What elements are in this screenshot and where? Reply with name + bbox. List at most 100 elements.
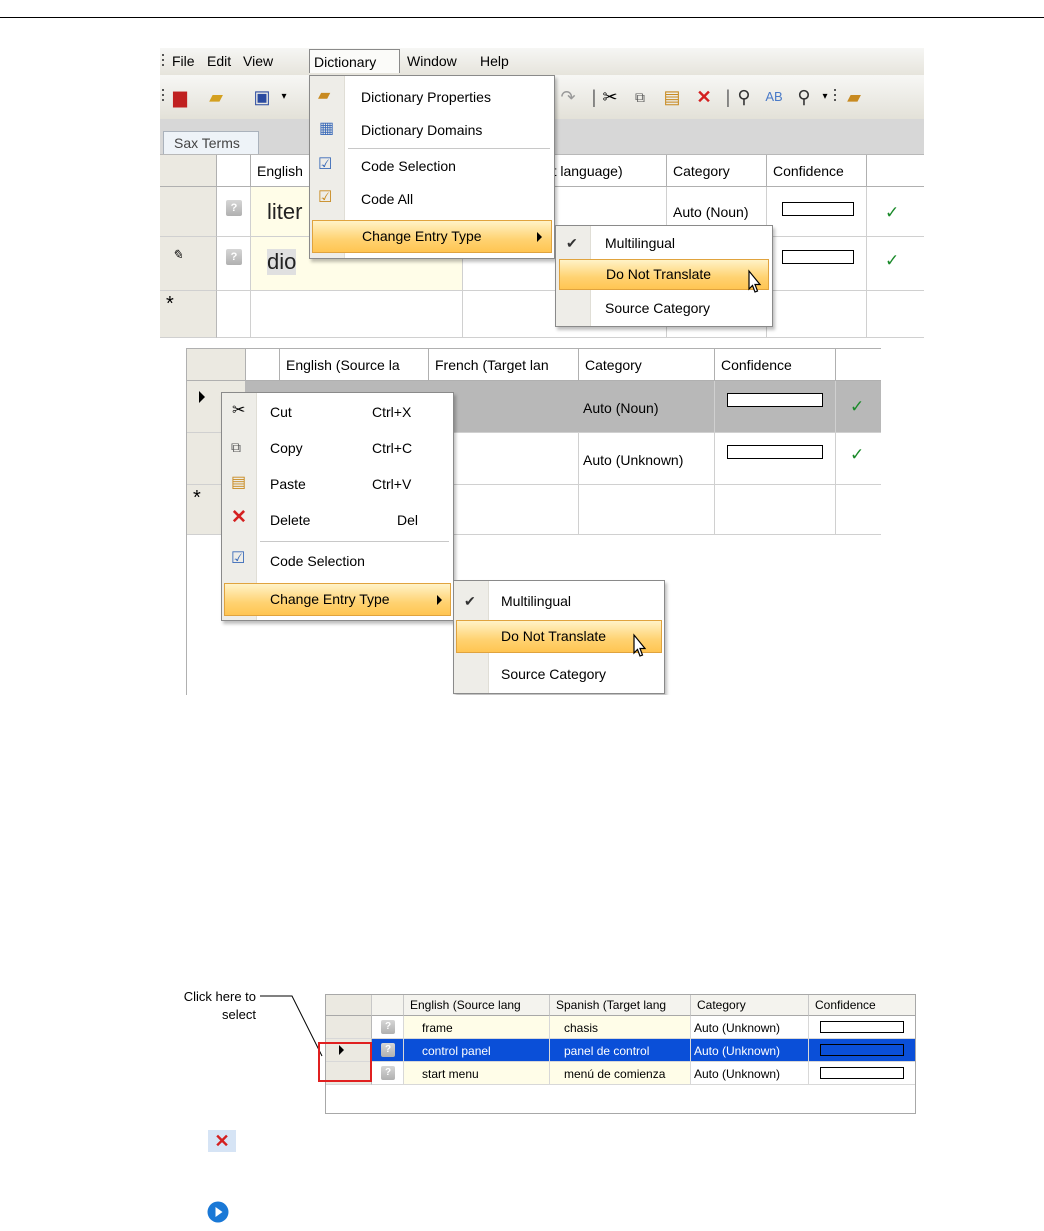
category-cell[interactable]: Auto (Unknown)	[691, 1039, 809, 1062]
menu-item-label: Copy	[270, 440, 303, 456]
row-selector[interactable]	[160, 187, 217, 237]
new-row-cell	[217, 291, 251, 338]
menu-item-label: Code Selection	[270, 553, 365, 569]
find-icon[interactable]: ⚲	[734, 87, 754, 107]
menu-item-code-selection[interactable]: ☑ Code Selection	[222, 545, 453, 578]
menu-item-paste[interactable]: ▤ Paste Ctrl+V	[222, 468, 453, 501]
mouse-pointer-icon	[633, 633, 647, 657]
new-row-asterisk-icon: *	[193, 487, 201, 509]
cut-icon[interactable]: ✂	[600, 87, 620, 107]
menu-item-code-all[interactable]: ☑ Code All	[310, 183, 554, 216]
submenu-item-multilingual[interactable]: ✔ Multilingual	[556, 226, 772, 259]
column-header-target[interactable]: French (Target lan	[429, 349, 579, 381]
toolbar-grip-icon[interactable]	[834, 89, 837, 104]
menu-view[interactable]: View	[243, 53, 273, 69]
category-cell[interactable]: Auto (Unknown)	[691, 1062, 809, 1085]
menu-item-delete[interactable]: ✕ Delete Del	[222, 504, 453, 537]
target-term-cell[interactable]: chasis	[550, 1016, 691, 1039]
confidence-bar	[820, 1021, 904, 1033]
check-icon: ✓	[850, 397, 865, 416]
source-term-text: liter	[267, 199, 303, 224]
new-row-cell[interactable]	[251, 291, 463, 338]
menu-item-dictionary-properties[interactable]: ▰ Dictionary Properties	[310, 81, 554, 114]
submenu-arrow-icon	[537, 232, 542, 242]
category-cell[interactable]: Auto (Unknown)	[579, 433, 715, 485]
check-icon: ✓	[885, 203, 900, 222]
column-header-category[interactable]: Category	[691, 995, 809, 1016]
tab-sax-terms[interactable]: Sax Terms	[163, 131, 259, 154]
category-cell[interactable]: Auto (Noun)	[579, 381, 715, 433]
submenu-item-source-category[interactable]: Source Category	[556, 292, 772, 325]
copy-icon[interactable]: ⧉	[630, 87, 650, 107]
grid-corner-header	[160, 155, 217, 187]
column-header-confidence[interactable]: Confidence	[767, 155, 867, 187]
open-folder-icon[interactable]: ▰	[206, 87, 226, 107]
toolbar-overflow-icon[interactable]: ▾	[815, 87, 835, 107]
menu-item-change-entry-type[interactable]: Change Entry Type	[312, 220, 552, 253]
menu-item-dictionary-domains[interactable]: ▦ Dictionary Domains	[310, 114, 554, 147]
menu-window[interactable]: Window	[407, 53, 457, 69]
dictionary-properties-icon[interactable]: ▰	[844, 87, 864, 107]
new-row-cell	[836, 485, 881, 535]
new-row-selector[interactable]: *	[160, 291, 217, 338]
menu-item-shortcut: Ctrl+C	[372, 440, 413, 456]
menu-help[interactable]: Help	[480, 53, 509, 69]
column-header-target[interactable]: Spanish (Target lang	[550, 995, 691, 1016]
grid-corner-header	[326, 995, 372, 1016]
confidence-bar	[782, 202, 854, 216]
unknown-type-icon: ?	[226, 249, 242, 265]
source-term-cell[interactable]: control panel	[404, 1039, 550, 1062]
find-next-icon[interactable]: ⚲	[794, 87, 814, 107]
menu-item-label: Code Selection	[361, 158, 456, 174]
menu-file[interactable]: File	[172, 53, 195, 69]
column-header-source[interactable]: English (Source lang	[404, 995, 550, 1016]
paste-icon[interactable]: ▤	[662, 87, 682, 107]
source-term-cell[interactable]: start menu	[404, 1062, 550, 1085]
row-selector-editing[interactable]: ✎	[160, 237, 217, 291]
column-header-source[interactable]: English (Source la	[280, 349, 429, 381]
menu-item-label: Code All	[361, 191, 414, 207]
menu-item-label: Change Entry Type	[270, 591, 390, 607]
target-term-cell[interactable]: menú de comienza	[550, 1062, 691, 1085]
checkmark-icon: ✔	[566, 235, 578, 251]
submenu-item-source-category[interactable]: Source Category	[454, 657, 664, 690]
toolbar-overflow-icon[interactable]: ▾	[274, 87, 294, 107]
menu-item-copy[interactable]: ⧉ Copy Ctrl+C	[222, 432, 453, 465]
unknown-type-icon: ?	[381, 1020, 395, 1034]
submenu-item-do-not-translate[interactable]: Do Not Translate	[559, 259, 769, 290]
status-cell: ✓	[836, 381, 881, 433]
replace-icon[interactable]: AB	[764, 87, 784, 107]
confidence-cell	[715, 381, 836, 433]
column-header-category[interactable]: Category	[667, 155, 767, 187]
delete-icon[interactable]: ✕	[208, 1130, 236, 1152]
column-header-confidence[interactable]: Confidence	[715, 349, 836, 381]
menu-item-label: Dictionary Domains	[361, 122, 483, 138]
menu-item-change-entry-type[interactable]: Change Entry Type	[224, 583, 451, 616]
source-term-cell[interactable]: frame	[404, 1016, 550, 1039]
new-dictionary-icon[interactable]: ▆	[170, 87, 190, 107]
menu-item-cut[interactable]: ✂ Cut Ctrl+X	[222, 396, 453, 429]
dictionary-domains-icon: ▦	[319, 120, 335, 137]
new-row-cell[interactable]	[767, 291, 867, 338]
redo-icon[interactable]: ↷	[558, 87, 578, 107]
save-icon[interactable]: ▣	[252, 87, 272, 107]
column-header-confidence[interactable]: Confidence	[809, 995, 915, 1016]
context-menu: ✂ Cut Ctrl+X ⧉ Copy Ctrl+C ▤ Paste Ctrl+…	[221, 392, 454, 621]
menubar-grip-icon[interactable]	[162, 54, 165, 69]
source-term-text: dio	[267, 249, 297, 275]
code-all-icon: ☑	[318, 189, 333, 206]
submenu-item-multilingual[interactable]: ✔ Multilingual	[454, 583, 664, 616]
row-selector[interactable]	[326, 1016, 372, 1039]
target-term-cell[interactable]: panel de control	[550, 1039, 691, 1062]
delete-icon: ✕	[231, 507, 247, 528]
column-header-category[interactable]: Category	[579, 349, 715, 381]
menu-edit[interactable]: Edit	[207, 53, 231, 69]
toolbar-grip-icon[interactable]	[162, 89, 165, 104]
menu-dictionary[interactable]: Dictionary	[309, 49, 400, 73]
next-step-icon[interactable]	[206, 1200, 230, 1224]
delete-icon[interactable]: ✕	[694, 87, 714, 107]
menu-item-code-selection[interactable]: ☑ Code Selection	[310, 150, 554, 183]
category-cell[interactable]: Auto (Unknown)	[691, 1016, 809, 1039]
new-row-cell[interactable]	[715, 485, 836, 535]
new-row-cell[interactable]	[579, 485, 715, 535]
